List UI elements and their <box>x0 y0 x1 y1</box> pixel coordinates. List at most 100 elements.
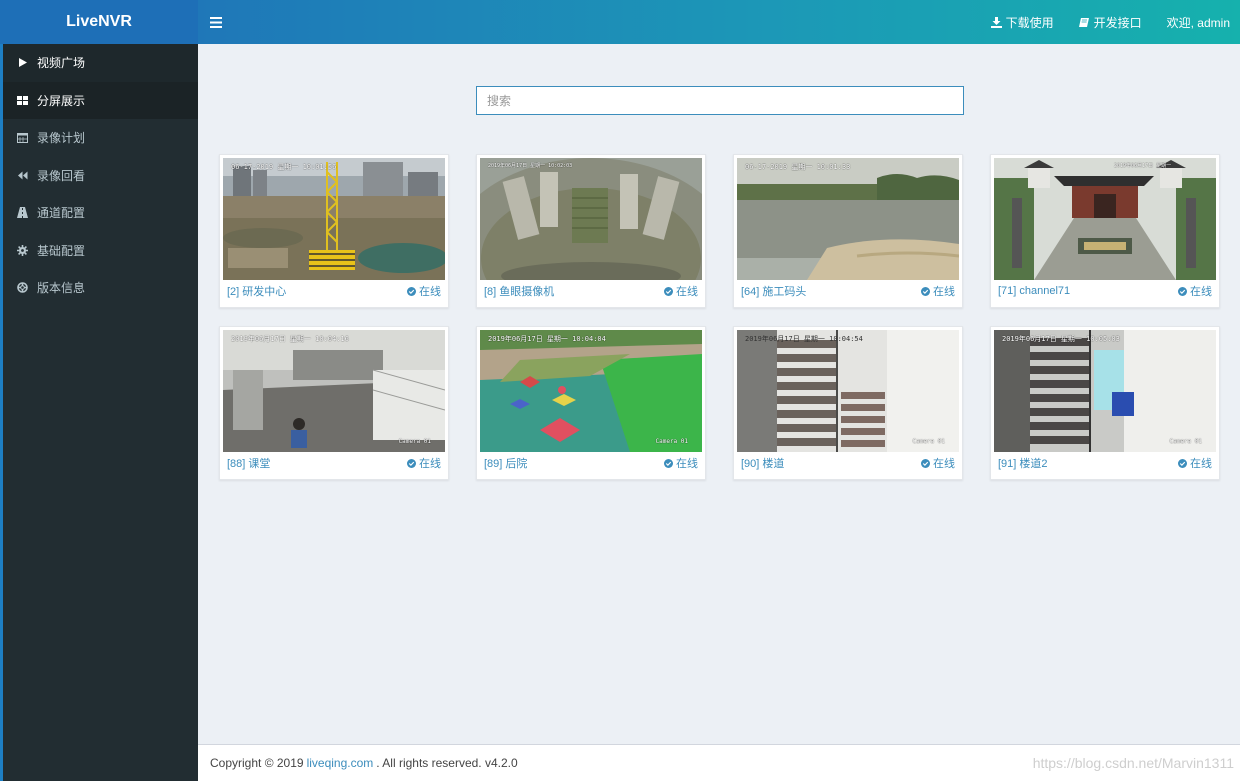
sidebar-item-record-plan[interactable]: 录像计划 <box>3 119 198 157</box>
video-thumbnail[interactable]: 2019年06月17日 星期一 10:04:04 Camera 01 <box>480 330 702 452</box>
check-circle-icon <box>407 458 416 468</box>
status-badge: 在线 <box>921 455 955 471</box>
stairwell-scene <box>737 330 959 452</box>
backyard-scene <box>480 330 702 452</box>
status-text: 在线 <box>1190 458 1212 470</box>
check-circle-icon <box>921 458 930 468</box>
channel-name: [8] 鱼眼摄像机 <box>484 286 555 298</box>
download-icon <box>990 16 1002 28</box>
video-osd-text: 2019年06月17日 星期一 10:02:03 <box>488 163 573 169</box>
play-icon <box>16 57 28 69</box>
gear-icon <box>16 244 28 256</box>
channel-card[interactable]: 2019年06月17日 星期一 10:04:04 Camera 01 [89] … <box>476 326 706 480</box>
sidebar-item-label: 版本信息 <box>37 281 86 296</box>
channel-name: [2] 研发中心 <box>227 286 287 298</box>
channel-name: [88] 课堂 <box>227 458 271 470</box>
video-osd-text: 2019年06月17日 星期一 <box>1114 163 1172 169</box>
video-osd-text: 06-17-2019 星期一 10:01:56 <box>231 163 337 171</box>
channel-card[interactable]: 06-17-2019 星期一 10:01:56 [2] 研发中心 在线 <box>219 154 449 308</box>
sidebar-item-label: 通道配置 <box>37 206 86 221</box>
download-label: 下载使用 <box>1005 15 1054 30</box>
footer: Copyright © 2019 liveqing.com . All righ… <box>198 744 1240 781</box>
temple-scene <box>994 158 1216 280</box>
liveqing-link[interactable]: liveqing.com <box>307 756 374 770</box>
top-header: LiveNVR 下载使用 开发接口 欢迎, admin <box>0 0 1240 44</box>
status-badge: 在线 <box>407 283 441 299</box>
video-osd-text: 06-17-2019 星期一 10:01:33 <box>745 163 851 171</box>
user-menu[interactable]: 欢迎, admin <box>1167 14 1230 31</box>
nav-right: 下载使用 开发接口 欢迎, admin <box>966 0 1240 44</box>
api-label: 开发接口 <box>1093 15 1142 30</box>
channel-card[interactable]: 2019年06月17日 星期一 10:04:54 Camera 01 [90] … <box>733 326 963 480</box>
status-text: 在线 <box>419 458 441 470</box>
sidebar-item-basic-config[interactable]: 基础配置 <box>3 232 198 270</box>
video-thumbnail[interactable]: 2019年06月17日 星期一 10:05:03 Camera 01 <box>994 330 1216 452</box>
check-circle-icon <box>664 458 673 468</box>
sidebar-item-label: 分屏展示 <box>37 93 86 108</box>
status-text: 在线 <box>419 286 441 298</box>
sidebar-item-label: 录像回看 <box>37 168 86 183</box>
camera-label: Camera 01 <box>912 438 945 445</box>
status-badge: 在线 <box>664 283 698 299</box>
api-link[interactable]: 开发接口 <box>1078 14 1142 31</box>
book-icon <box>1078 17 1089 27</box>
card-caption: [90] 楼道 在线 <box>737 452 959 474</box>
sidebar: 视频广场 分屏展示 录像计划 录像回看 通道配置 基础配置 版本信息 <box>0 44 198 781</box>
status-text: 在线 <box>676 458 698 470</box>
channel-grid: 06-17-2019 星期一 10:01:56 [2] 研发中心 在线 2019… <box>219 154 1221 480</box>
search-input[interactable] <box>476 86 964 115</box>
sidebar-item-split-screen[interactable]: 分屏展示 <box>3 81 198 119</box>
status-text: 在线 <box>933 286 955 298</box>
card-caption: [91] 楼道2 在线 <box>994 452 1216 474</box>
status-badge: 在线 <box>664 455 698 471</box>
channel-name: [64] 施工码头 <box>741 286 807 298</box>
video-osd-text: 2019年06月17日 星期一 10:04:16 <box>231 335 349 343</box>
status-badge: 在线 <box>921 283 955 299</box>
video-thumbnail[interactable]: 2019年06月17日 星期一 <box>994 158 1216 280</box>
video-thumbnail[interactable]: 2019年06月17日 星期一 10:04:54 Camera 01 <box>737 330 959 452</box>
status-text: 在线 <box>933 458 955 470</box>
sidebar-item-version-info[interactable]: 版本信息 <box>3 269 198 307</box>
download-link[interactable]: 下载使用 <box>990 14 1054 31</box>
video-thumbnail[interactable]: 06-17-2019 星期一 10:01:33 <box>737 158 959 280</box>
card-caption: [88] 课堂 在线 <box>223 452 445 474</box>
video-thumbnail[interactable]: 2019年06月17日 星期一 10:02:03 <box>480 158 702 280</box>
sidebar-item-record-playback[interactable]: 录像回看 <box>3 157 198 195</box>
camera-label: Camera 01 <box>398 438 431 445</box>
status-badge: 在线 <box>1178 455 1212 471</box>
sidebar-toggle-button[interactable] <box>198 0 234 44</box>
card-caption: [8] 鱼眼摄像机 在线 <box>480 280 702 302</box>
watermark-text: https://blog.csdn.net/Marvin1311 <box>1032 755 1234 771</box>
classroom-scene <box>223 330 445 452</box>
check-circle-icon <box>664 286 673 296</box>
card-caption: [64] 施工码头 在线 <box>737 280 959 302</box>
channel-card[interactable]: 2019年06月17日 星期一 [71] channel71 在线 <box>990 154 1220 308</box>
copyright-text: Copyright © 2019 <box>210 756 304 770</box>
channel-card[interactable]: 2019年06月17日 星期一 10:05:03 Camera 01 [91] … <box>990 326 1220 480</box>
check-circle-icon <box>1178 286 1187 296</box>
video-osd-text: 2019年06月17日 星期一 10:04:54 <box>745 335 863 343</box>
grid-icon <box>16 94 28 106</box>
status-text: 在线 <box>676 286 698 298</box>
card-caption: [71] channel71 在线 <box>994 280 1216 302</box>
channel-card[interactable]: 2019年06月17日 星期一 10:04:16 Camera 01 [88] … <box>219 326 449 480</box>
navbar: 下载使用 开发接口 欢迎, admin <box>198 0 1240 44</box>
video-thumbnail[interactable]: 06-17-2019 星期一 10:01:56 <box>223 158 445 280</box>
channel-name: [90] 楼道 <box>741 458 785 470</box>
sidebar-item-channel-config[interactable]: 通道配置 <box>3 194 198 232</box>
calendar-icon <box>16 132 28 144</box>
rights-text: . All rights reserved. v4.2.0 <box>376 756 518 770</box>
app-logo[interactable]: LiveNVR <box>0 0 198 44</box>
welcome-label: 欢迎, admin <box>1166 15 1230 30</box>
sidebar-item-label: 录像计划 <box>37 131 86 146</box>
channel-card[interactable]: 2019年06月17日 星期一 10:02:03 [8] 鱼眼摄像机 在线 <box>476 154 706 308</box>
check-circle-icon <box>921 286 930 296</box>
check-circle-icon <box>407 286 416 296</box>
check-circle-icon <box>1178 458 1187 468</box>
sidebar-item-video-square[interactable]: 视频广场 <box>3 44 198 82</box>
fisheye-scene <box>480 158 702 280</box>
video-thumbnail[interactable]: 2019年06月17日 星期一 10:04:16 Camera 01 <box>223 330 445 452</box>
channel-card[interactable]: 06-17-2019 星期一 10:01:33 [64] 施工码头 在线 <box>733 154 963 308</box>
road-icon <box>16 207 28 219</box>
camera-label: Camera 01 <box>1169 438 1202 445</box>
